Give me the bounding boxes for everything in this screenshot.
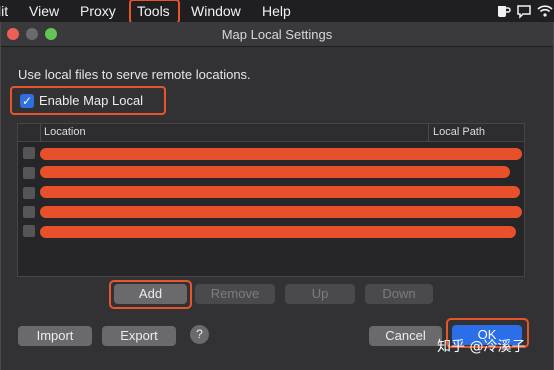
redaction-mark xyxy=(40,206,522,218)
row-enabled-checkbox[interactable] xyxy=(23,147,35,159)
help-button[interactable]: ? xyxy=(190,325,209,344)
title-bar: Map Local Settings xyxy=(1,22,553,47)
comment-icon[interactable] xyxy=(516,3,532,19)
table-row[interactable] xyxy=(18,222,524,240)
column-divider xyxy=(428,124,429,141)
table-row[interactable] xyxy=(18,203,524,221)
wifi-icon[interactable] xyxy=(537,3,553,19)
import-button[interactable]: Import xyxy=(18,326,92,346)
remove-button[interactable]: Remove xyxy=(195,284,275,304)
redaction-mark xyxy=(40,166,510,178)
row-enabled-checkbox[interactable] xyxy=(23,167,35,179)
down-button[interactable]: Down xyxy=(365,284,433,304)
menu-tools[interactable]: Tools xyxy=(137,2,170,20)
menu-view[interactable]: View xyxy=(29,2,59,20)
header-location[interactable]: Location xyxy=(44,126,86,138)
redaction-mark xyxy=(40,226,516,238)
mapping-table: Location Local Path xyxy=(17,123,525,277)
redaction-mark xyxy=(40,186,520,198)
header-local-path[interactable]: Local Path xyxy=(433,126,485,138)
export-button[interactable]: Export xyxy=(102,326,176,346)
row-enabled-checkbox[interactable] xyxy=(23,206,35,218)
description-text: Use local files to serve remote location… xyxy=(18,67,251,82)
table-row[interactable] xyxy=(18,144,524,162)
cancel-button[interactable]: Cancel xyxy=(369,326,442,346)
row-enabled-checkbox[interactable] xyxy=(23,225,35,237)
enable-map-local-highlight: ✓ Enable Map Local xyxy=(10,86,166,115)
redaction-mark xyxy=(40,148,522,160)
menu-help[interactable]: Help xyxy=(262,2,291,20)
watermark-text: 知乎 @冷溪子 xyxy=(437,339,526,355)
menu-edit[interactable]: lit xyxy=(0,2,8,20)
mug-icon[interactable] xyxy=(495,3,511,19)
enable-map-local-checkbox[interactable]: ✓ xyxy=(20,94,34,108)
up-button[interactable]: Up xyxy=(285,284,355,304)
enable-map-local-label[interactable]: Enable Map Local xyxy=(39,93,143,108)
table-row[interactable] xyxy=(18,164,524,182)
add-button[interactable]: Add xyxy=(114,284,187,304)
menu-window[interactable]: Window xyxy=(191,2,241,20)
menu-bar: lit View Proxy Tools Window Help xyxy=(0,0,554,24)
table-row[interactable] xyxy=(18,184,524,202)
menu-proxy[interactable]: Proxy xyxy=(80,2,116,20)
header-enabled-column[interactable] xyxy=(18,124,41,141)
row-enabled-checkbox[interactable] xyxy=(23,187,35,199)
window-title: Map Local Settings xyxy=(221,27,333,42)
table-header: Location Local Path xyxy=(18,124,524,142)
